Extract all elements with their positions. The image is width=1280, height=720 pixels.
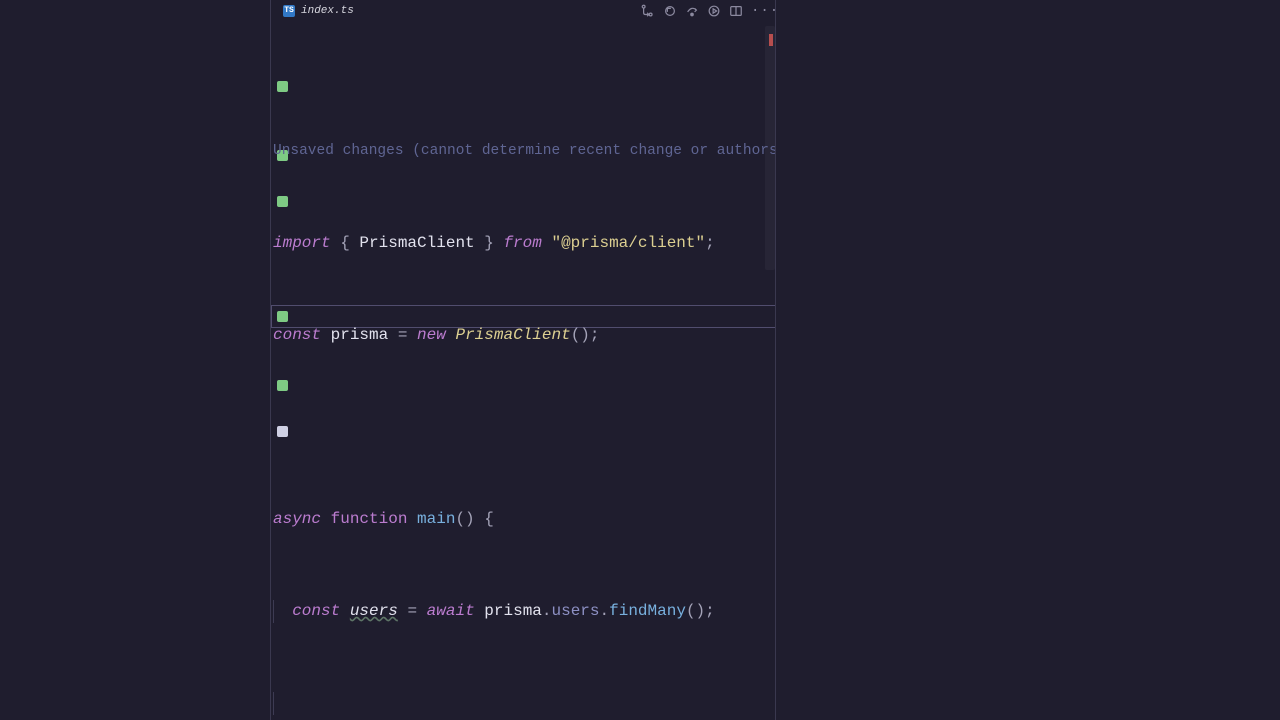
editor-group[interactable]: TS index.ts — [270, 0, 776, 720]
tab-title: index.ts — [301, 5, 354, 17]
unsaved-changes-hint: Unsaved changes (cannot determine recent… — [273, 140, 776, 163]
run-icon[interactable] — [707, 4, 721, 18]
more-icon[interactable]: ··· — [751, 4, 765, 18]
code-content[interactable]: Unsaved changes (cannot determine recent… — [271, 22, 776, 720]
step-over-icon[interactable] — [685, 4, 699, 18]
code-editor[interactable]: Unsaved changes (cannot determine recent… — [271, 22, 775, 720]
revert-icon[interactable] — [663, 4, 677, 18]
editor-tabbar: TS index.ts — [271, 0, 775, 22]
editor-tab-index-ts[interactable]: TS index.ts — [271, 0, 366, 22]
typescript-file-icon: TS — [283, 5, 295, 17]
editor-tab-actions: ··· — [641, 4, 775, 18]
split-editor-icon[interactable] — [729, 4, 743, 18]
compare-changes-icon[interactable] — [641, 4, 655, 18]
